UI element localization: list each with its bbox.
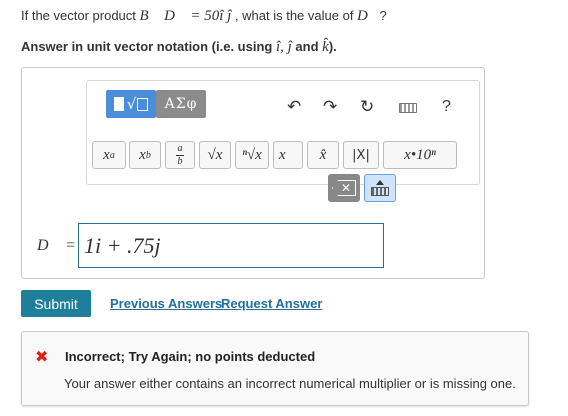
unit-vector-button[interactable]: x̂ (307, 141, 339, 169)
answer-variable-label: D⃗ = (37, 237, 76, 255)
request-answer-link[interactable]: Request Answer (221, 296, 322, 311)
instruction-text: Answer in unit vector notation (i.e. usi… (21, 39, 276, 54)
instruction-text: and (291, 39, 323, 54)
subscript-button[interactable]: xb (129, 141, 161, 169)
scientific-notation-button[interactable]: x•10ⁿ (383, 141, 457, 169)
submit-button[interactable]: Submit (21, 290, 91, 317)
question-line-1: If the vector product B⃗ D⃗ = 50î ĵ , wh… (21, 8, 387, 25)
fraction-denominator: b (177, 155, 183, 167)
keyboard-icon[interactable] (399, 103, 417, 113)
error-x-icon: ✖ (35, 347, 49, 366)
superscript-button[interactable]: xa (92, 141, 126, 169)
absolute-value-button[interactable]: |X| (343, 141, 379, 169)
backspace-button[interactable]: ✕ (328, 174, 360, 202)
question-text: If the vector product (21, 8, 140, 23)
button-glyph-exp: a (109, 149, 115, 161)
question-line-2: Answer in unit vector notation (i.e. usi… (21, 39, 337, 56)
answer-input-value: 1i + .75j (84, 233, 161, 258)
feedback-title: Incorrect; Try Again; no points deducted (65, 349, 316, 364)
math-toolbar: √ ΑΣφ ↶ ↷ ↻ ? xa xb a b √x ⁿ√x x⃗ x̂ |X|… (86, 80, 480, 185)
unit-vectors-ij: î, ĵ (275, 39, 292, 55)
vector-button[interactable]: x⃗ (273, 141, 303, 169)
fraction-numerator: a (177, 142, 183, 154)
template-box-icon (113, 97, 124, 111)
fraction-icon: a b (176, 142, 184, 167)
button-glyph: x (103, 146, 110, 163)
keyboard-toggle-button[interactable] (364, 174, 396, 202)
nth-root-button[interactable]: ⁿ√x (235, 141, 269, 169)
sqrt-button[interactable]: √x (199, 141, 231, 169)
redo-icon[interactable]: ↷ (323, 98, 337, 116)
caret-up-icon (376, 180, 384, 185)
answer-variable: D⃗ = (37, 237, 76, 254)
template-box-icon (137, 97, 149, 111)
question-mark: ? (379, 8, 387, 23)
template-mode-button[interactable]: √ (106, 90, 156, 118)
help-button[interactable]: ? (442, 98, 451, 116)
previous-answers-link[interactable]: Previous Answers (110, 296, 222, 311)
button-glyph: |X| (352, 147, 370, 163)
instruction-text: ). (328, 39, 337, 54)
button-glyph-sub: b (145, 149, 151, 161)
question-text: , what is the value of (231, 8, 358, 23)
target-variable: D⃗ (357, 8, 380, 24)
undo-icon[interactable]: ↶ (287, 98, 301, 116)
keyboard-icon (371, 187, 389, 196)
feedback-message: Your answer either contains an incorrect… (64, 376, 516, 391)
reset-icon[interactable]: ↻ (360, 98, 374, 116)
button-glyph: x (139, 146, 146, 163)
sqrt-template-icon: √ (126, 95, 137, 113)
unit-vector-k: k̂ (322, 39, 329, 55)
answer-panel: √ ΑΣφ ↶ ↷ ↻ ? xa xb a b √x ⁿ√x x⃗ x̂ |X|… (21, 67, 485, 279)
answer-input[interactable]: 1i + .75j (78, 223, 384, 268)
vector-product-expression: B⃗ D⃗ = 50î ĵ (139, 8, 232, 24)
backspace-icon: ✕ (331, 180, 357, 196)
feedback-panel: ✖ Incorrect; Try Again; no points deduct… (21, 331, 529, 406)
greek-mode-button[interactable]: ΑΣφ (156, 90, 206, 118)
fraction-button[interactable]: a b (165, 141, 195, 169)
